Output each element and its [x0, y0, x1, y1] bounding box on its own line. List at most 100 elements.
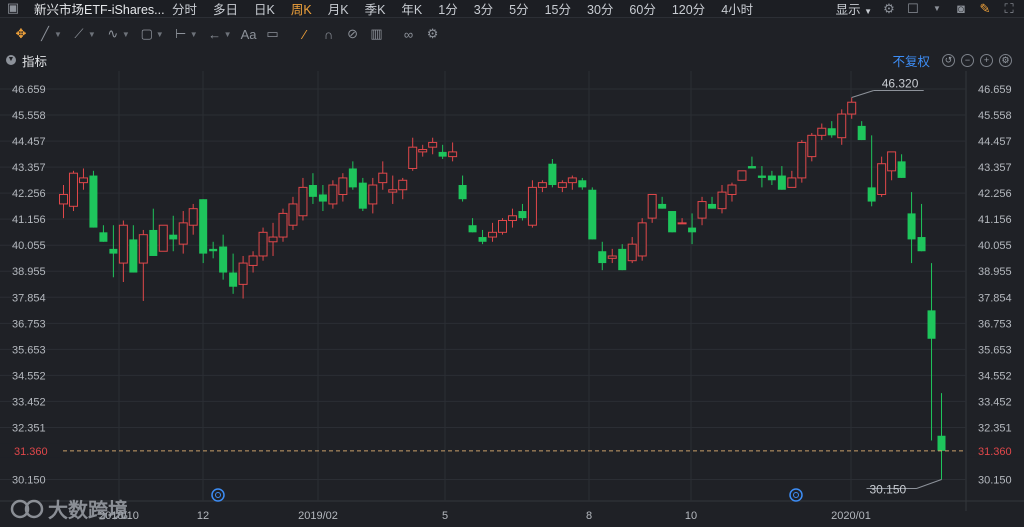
interval-tab[interactable]: 分时 [164, 0, 205, 18]
candle-body [378, 172, 388, 184]
x-tick-label: 8 [586, 510, 592, 522]
layout-square-icon[interactable]: ☐ [906, 1, 920, 16]
delete-tool[interactable]: ▥ [370, 26, 384, 41]
candle-body [877, 163, 887, 195]
chart-settings-icon[interactable]: ⚙ [999, 53, 1012, 67]
crosshair-tool[interactable]: ✥ [14, 26, 28, 41]
adjust-toggle[interactable]: 不复权 [892, 51, 930, 70]
magnet-tool[interactable]: ∩ [322, 27, 336, 42]
indicator-bar: ▼ 指标 不复权 ↺ − + ⚙ [0, 51, 1024, 69]
min-price-label: 30.150 [870, 483, 907, 497]
candle-body [348, 168, 357, 188]
candlestick-chart[interactable]: 46.659 45.558 44.457 43.357 42.256 41.156 40.0… [0, 71, 1024, 527]
candle [368, 177, 378, 214]
candle [907, 192, 916, 264]
line-tool[interactable]: ╱ ▼ [38, 26, 62, 41]
comment-tool[interactable]: ▭ [266, 26, 280, 41]
candle [688, 213, 697, 245]
arrow-tool[interactable]: ← ▼ [208, 27, 232, 42]
comment-icon: ▭ [266, 26, 279, 41]
candle [767, 170, 776, 186]
zoom-in-icon[interactable]: + [980, 53, 993, 67]
candle [937, 393, 946, 480]
pencil-icon[interactable]: ✎ [978, 1, 992, 16]
text-tool[interactable]: Aa [241, 27, 257, 42]
candle-body [507, 215, 517, 221]
candle [817, 123, 827, 141]
watermark-logo: 大数跨境 [10, 494, 128, 523]
candle-body [89, 175, 98, 228]
y-tick-label: 37.854 [12, 292, 46, 304]
y-tick-label: 38.955 [978, 266, 1012, 278]
layout-chevron-icon[interactable]: ▼ [930, 2, 944, 16]
interval-tab[interactable]: 日K [246, 0, 283, 18]
menu-icon[interactable]: ▣ [6, 0, 20, 15]
candle [129, 225, 138, 273]
y-tick-label: 32.351 [12, 422, 46, 434]
wave-tool[interactable]: ∿ ▼ [106, 26, 129, 41]
zoom-out-icon[interactable]: − [961, 53, 974, 67]
draw-pen-tool[interactable]: ∕ [298, 27, 312, 42]
interval-tab[interactable]: 4小时 [713, 0, 761, 18]
candle [598, 241, 607, 271]
y-tick-label: 46.659 [12, 84, 46, 96]
fullscreen-icon[interactable]: ⛶ [1002, 1, 1016, 16]
interval-tab[interactable]: 季K [357, 0, 394, 18]
hide-tool[interactable]: ⊘ [346, 26, 360, 41]
event-marker-icon [789, 488, 803, 502]
candle-body [169, 234, 178, 240]
y-tick-label: 33.452 [978, 396, 1012, 408]
reset-icon[interactable]: ↺ [942, 53, 955, 67]
candle [847, 97, 857, 119]
candle [527, 180, 537, 228]
x-axis: 2018/10 12 2019/02 5 8 10 2020/01 [99, 488, 871, 522]
interval-tab[interactable]: 周K [283, 0, 320, 18]
chevron-down-icon: ▼ [223, 29, 232, 39]
collapse-icon[interactable]: ▼ [6, 55, 16, 65]
interval-tabs: 分时 多日 日K 周K 月K 季K 年K 1分 3分 5分 15分 30分 60分 120分 4小时 [164, 0, 761, 18]
candle-body [188, 208, 198, 226]
candle-body [358, 182, 367, 209]
interval-tab[interactable]: 3分 [466, 0, 501, 18]
measure-tool[interactable]: ⊢ ▼ [174, 26, 198, 41]
chevron-down-icon: ▼ [189, 29, 198, 39]
interval-tab[interactable]: 60分 [621, 0, 663, 18]
indicator-label[interactable]: 指标 [22, 51, 47, 70]
candle [118, 220, 128, 282]
interval-tab[interactable]: 30分 [579, 0, 621, 18]
interval-tab[interactable]: 120分 [664, 0, 713, 18]
candle-body [238, 262, 248, 285]
candle [807, 132, 817, 162]
interval-tab[interactable]: 月K [320, 0, 357, 18]
candle-body [398, 179, 408, 191]
link-tool[interactable]: ∞ [402, 27, 416, 42]
instrument-title[interactable]: 新兴市场ETF-iShares... [0, 0, 164, 18]
settings-gear-icon[interactable]: ⚙ [882, 1, 896, 16]
candle-body [637, 222, 647, 257]
candle [138, 229, 148, 301]
candle-body [527, 186, 537, 226]
candle-body [867, 187, 876, 202]
shape-tool[interactable]: ▢ ▼ [140, 26, 164, 41]
polyline-tool[interactable]: ⟋ ▼ [72, 26, 95, 41]
candle [248, 251, 258, 273]
shape-icon: ▢ [140, 26, 153, 41]
candle [567, 175, 577, 190]
candle-body [588, 189, 597, 240]
candle-body [78, 177, 88, 184]
candle-body [757, 175, 766, 178]
interval-tab[interactable]: 年K [393, 0, 430, 18]
candle [607, 248, 617, 264]
tool-settings[interactable]: ⚙ [426, 26, 440, 41]
interval-tab[interactable]: 15分 [537, 0, 579, 18]
x-tick-label: 2020/01 [831, 510, 871, 522]
x-tick-label: 12 [197, 510, 209, 522]
interval-tab[interactable]: 多日 [205, 0, 246, 18]
display-dropdown[interactable]: 显示 ▼ [836, 0, 872, 18]
candle-body [99, 232, 108, 242]
candle-body [668, 211, 677, 233]
interval-tab[interactable]: 1分 [430, 0, 465, 18]
candle [468, 218, 477, 233]
camera-icon[interactable]: ◙ [954, 1, 968, 16]
interval-tab[interactable]: 5分 [501, 0, 536, 18]
